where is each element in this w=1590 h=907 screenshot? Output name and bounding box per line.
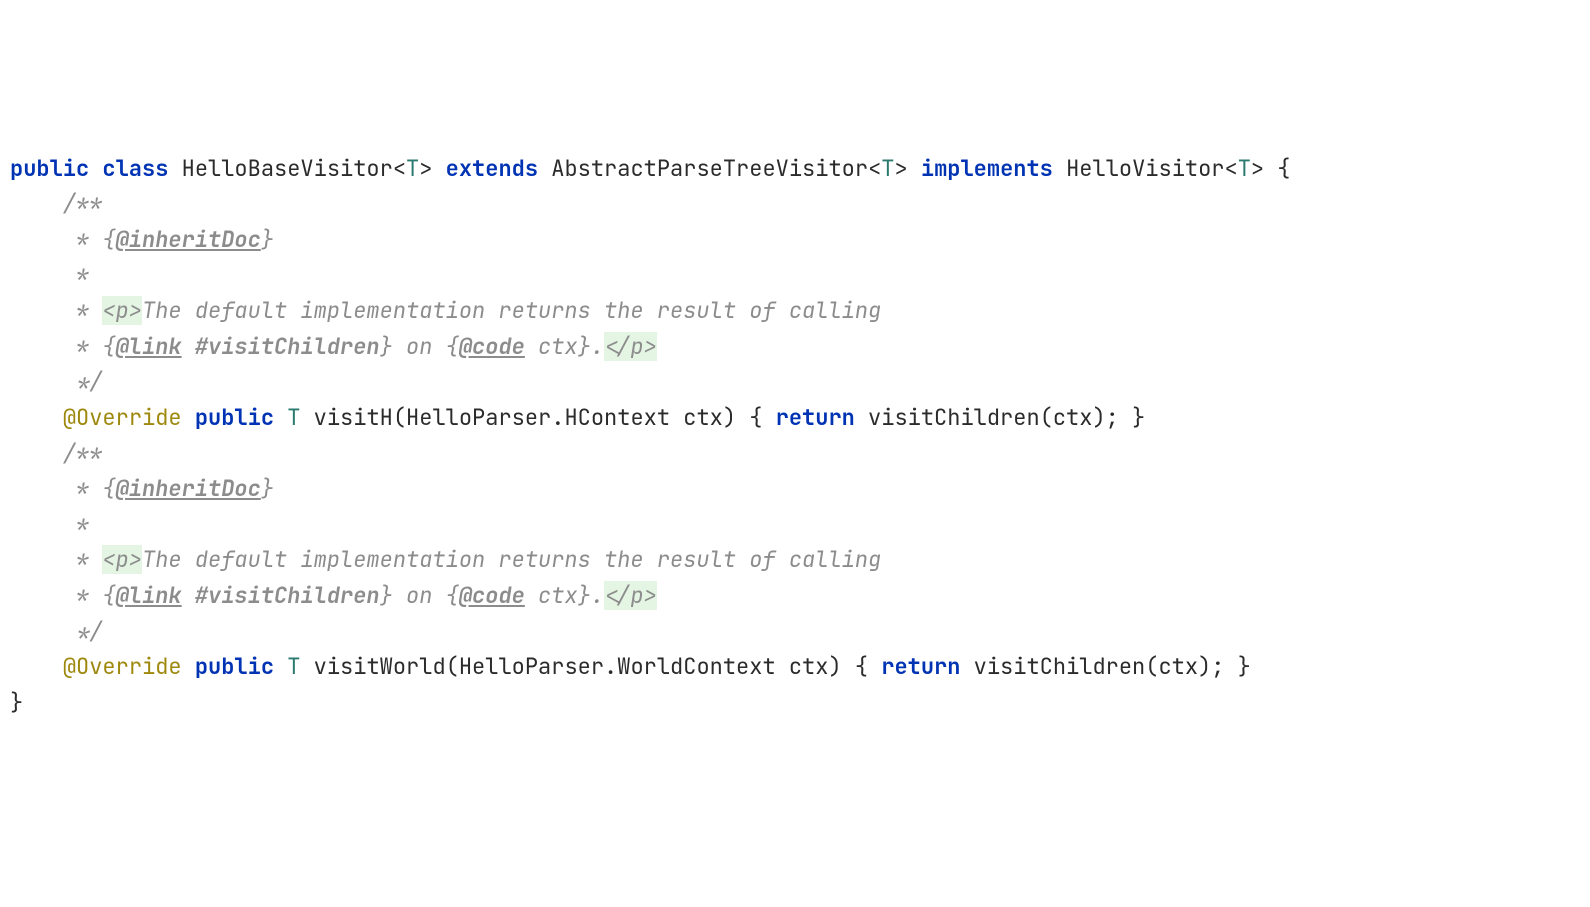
javadoc-line: * {@inheritDoc} (10, 225, 274, 254)
javadoc-line: * <p>The default implementation returns … (10, 545, 881, 574)
kw-return: return (776, 403, 855, 432)
brace-open: { (1264, 154, 1290, 183)
method-body: visitChildren(ctx); } (960, 652, 1250, 681)
javadoc-line: * {@link #visitChildren} on {@code ctx}.… (10, 332, 657, 361)
javadoc-line: * (10, 510, 89, 539)
kw-public: public (195, 652, 274, 681)
method-body: visitChildren(ctx); } (855, 403, 1145, 432)
javadoc-link-target: #visitChildren (195, 581, 380, 610)
interface-name: HelloVisitor (1066, 154, 1224, 183)
angle-open: < (1225, 154, 1238, 183)
javadoc-line: * (10, 260, 89, 289)
superclass-name: AbstractParseTreeVisitor (551, 154, 868, 183)
javadoc-line: */ (10, 617, 102, 646)
code-line: @Override public T visitH(HelloParser.HC… (10, 403, 1145, 432)
angle-close: > (894, 154, 907, 183)
angle-close: > (419, 154, 432, 183)
javadoc-line: * {@link #visitChildren} on {@code ctx}.… (10, 581, 657, 610)
type-param: T (287, 652, 300, 681)
code-line: @Override public T visitWorld(HelloParse… (10, 652, 1251, 681)
code-line: public class HelloBaseVisitor<T> extends… (10, 154, 1291, 183)
angle-close: > (1251, 154, 1264, 183)
annotation-override: @Override (63, 403, 182, 432)
javadoc-tag-inheritdoc: @inheritDoc (116, 474, 261, 503)
angle-open: < (393, 154, 406, 183)
kw-extends: extends (446, 154, 538, 183)
javadoc-tag-inheritdoc: @inheritDoc (116, 225, 261, 254)
javadoc-p-open: <p> (102, 296, 142, 325)
javadoc-line: /** (10, 439, 102, 468)
javadoc-line: * {@inheritDoc} (10, 474, 274, 503)
javadoc-p-open: <p> (102, 545, 142, 574)
kw-class: class (102, 154, 168, 183)
code-block: public class HelloBaseVisitor<T> extends… (10, 151, 1580, 721)
kw-public: public (10, 154, 89, 183)
type-param: T (406, 154, 419, 183)
method-signature: visitH(HelloParser.HContext ctx) { (314, 403, 776, 432)
brace-close: } (10, 688, 23, 717)
javadoc-tag-link: @link (116, 332, 182, 361)
kw-implements: implements (921, 154, 1053, 183)
javadoc-tag-code: @code (459, 332, 525, 361)
type-param: T (287, 403, 300, 432)
javadoc-line: /** (10, 189, 102, 218)
javadoc-p-close: </p> (604, 332, 657, 361)
class-name: HelloBaseVisitor (182, 154, 393, 183)
kw-return: return (881, 652, 960, 681)
javadoc-line: * <p>The default implementation returns … (10, 296, 881, 325)
javadoc-line: */ (10, 367, 102, 396)
annotation-override: @Override (63, 652, 182, 681)
javadoc-tag-code: @code (459, 581, 525, 610)
javadoc-p-close: </p> (604, 581, 657, 610)
angle-open: < (868, 154, 881, 183)
type-param: T (1238, 154, 1251, 183)
javadoc-tag-link: @link (116, 581, 182, 610)
type-param: T (881, 154, 894, 183)
method-signature: visitWorld(HelloParser.WorldContext ctx)… (314, 652, 882, 681)
kw-public: public (195, 403, 274, 432)
javadoc-link-target: #visitChildren (195, 332, 380, 361)
